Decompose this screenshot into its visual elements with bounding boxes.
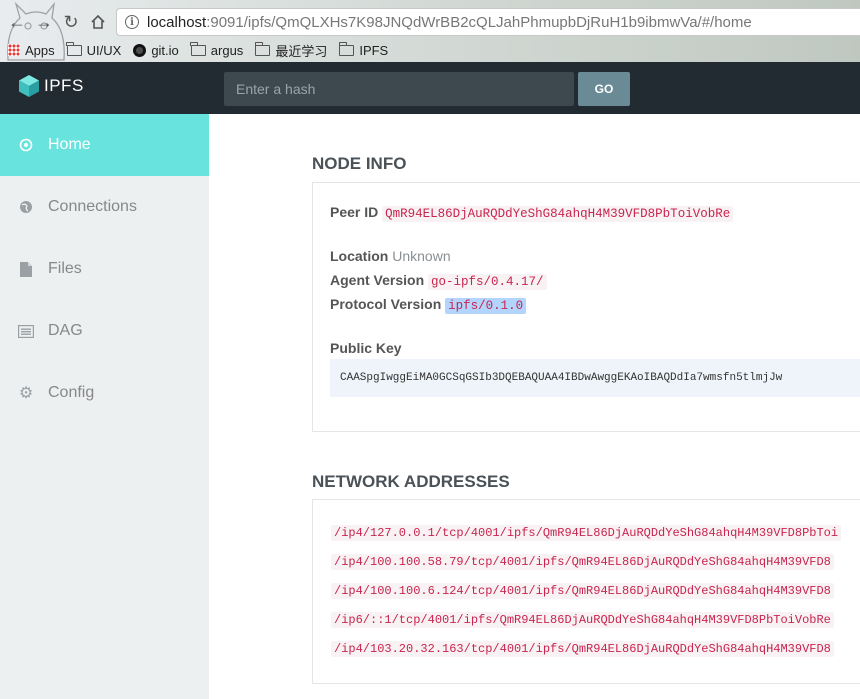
- folder-icon: [190, 41, 206, 56]
- network-addresses-title: NETWORK ADDRESSES: [312, 472, 510, 491]
- github-icon: [133, 43, 147, 57]
- app-header: IPFS GO: [0, 62, 860, 114]
- bookmark-label: Apps: [25, 42, 55, 58]
- bookmark-recent-learning[interactable]: 最近学习: [254, 41, 328, 60]
- bookmark-argus[interactable]: argus: [190, 41, 244, 58]
- agent-version-value: go-ipfs/0.4.17/: [428, 274, 547, 290]
- hash-search-input[interactable]: [224, 72, 574, 106]
- globe-icon: [18, 200, 34, 214]
- public-key-row: Public Key: [330, 340, 402, 356]
- bookmark-apps[interactable]: Apps: [8, 43, 55, 58]
- ipfs-cube-icon: [19, 75, 39, 97]
- address-item: /ip4/103.20.32.163/tcp/4001/ipfs/QmR94EL…: [331, 634, 841, 663]
- sidebar-item-label: Files: [48, 260, 82, 277]
- gear-icon: ⚙: [18, 385, 34, 402]
- home-button[interactable]: [87, 11, 109, 33]
- reload-icon: ↻: [63, 12, 79, 32]
- peer-id-label: Peer ID: [330, 204, 379, 220]
- sidebar-item-label: Config: [48, 384, 95, 401]
- protocol-version-value: ipfs/0.1.0: [445, 298, 527, 314]
- logo-text: IPFS: [44, 76, 84, 95]
- folder-icon: [338, 41, 355, 56]
- bookmark-label: UI/UX: [86, 42, 122, 58]
- go-button[interactable]: GO: [578, 72, 630, 106]
- node-info-title: NODE INFO: [312, 154, 407, 173]
- bookmark-label: IPFS: [359, 42, 389, 58]
- ipfs-logo[interactable]: IPFS: [18, 74, 84, 98]
- apps-icon: [8, 44, 20, 56]
- address-list: /ip4/127.0.0.1/tcp/4001/ipfs/QmR94EL86Dj…: [331, 518, 842, 663]
- address-item: /ip4/100.100.58.79/tcp/4001/ipfs/QmR94EL…: [331, 547, 841, 576]
- file-icon: [18, 261, 34, 277]
- reload-button[interactable]: ↻: [60, 11, 82, 33]
- sidebar: Home Connections Files DAG ⚙ Config: [0, 114, 209, 699]
- browser-toolbar: ← → ↻ i localhost:9091/ipfs/QmQLXHs7K98J…: [0, 0, 860, 62]
- folder-icon: [66, 41, 82, 56]
- house-icon: [91, 14, 105, 29]
- agent-version-row: Agent Version go-ipfs/0.4.17/: [330, 272, 547, 290]
- sidebar-item-home[interactable]: Home: [0, 114, 209, 176]
- address-item: /ip4/100.100.6.124/tcp/4001/ipfs/QmR94EL…: [331, 576, 841, 605]
- peer-id-row: Peer ID QmR94EL86DjAuRQDdYeShG84ahqH4M39…: [330, 204, 734, 222]
- agent-version-label: Agent Version: [330, 272, 425, 288]
- bookmarks-bar: Apps UI/UX git.io argus 最近学习 IPFS: [8, 40, 400, 60]
- public-key-label: Public Key: [330, 340, 402, 356]
- address-item: /ip4/127.0.0.1/tcp/4001/ipfs/QmR94EL86Dj…: [331, 518, 842, 547]
- target-icon: [18, 138, 34, 152]
- bookmark-ipfs[interactable]: IPFS: [338, 41, 389, 58]
- folder-icon: [254, 41, 271, 56]
- sidebar-item-dag[interactable]: DAG: [0, 300, 209, 362]
- sidebar-item-label: DAG: [48, 322, 83, 339]
- bookmark-label: git.io: [151, 42, 179, 58]
- bookmark-ui-ux[interactable]: UI/UX: [66, 41, 122, 58]
- bookmark-label: 最近学习: [275, 43, 328, 59]
- address-item: /ip6/::1/tcp/4001/ipfs/QmR94EL86DjAuRQDd…: [331, 605, 841, 634]
- sidebar-item-label: Home: [48, 136, 91, 153]
- address-bar[interactable]: i localhost:9091/ipfs/QmQLXHs7K98JNQdWrB…: [116, 8, 860, 36]
- network-addresses-panel: /ip4/127.0.0.1/tcp/4001/ipfs/QmR94EL86Dj…: [312, 499, 860, 684]
- sidebar-item-label: Connections: [48, 198, 137, 215]
- forward-button[interactable]: →: [33, 11, 55, 33]
- protocol-version-label: Protocol Version: [330, 296, 442, 312]
- public-key-value: CAASpgIwggEiMA0GCSqGSIb3DQEBAQUAA4IBDwAw…: [330, 359, 860, 397]
- main-content: NODE INFO Peer ID QmR94EL86DjAuRQDdYeShG…: [209, 114, 860, 699]
- sidebar-item-config[interactable]: ⚙ Config: [0, 362, 209, 424]
- location-label: Location: [330, 248, 389, 264]
- peer-id-value: QmR94EL86DjAuRQDdYeShG84ahqH4M39VFD8PbTo…: [382, 206, 734, 222]
- info-icon[interactable]: i: [125, 15, 139, 29]
- bookmark-label: argus: [210, 42, 244, 58]
- url-text: localhost:9091/ipfs/QmQLXHs7K98JNQdWrBB2…: [147, 13, 752, 31]
- location-row: Location Unknown: [330, 248, 451, 264]
- node-info-panel: Peer ID QmR94EL86DjAuRQDdYeShG84ahqH4M39…: [312, 182, 860, 432]
- back-arrow-icon: ←: [8, 12, 26, 32]
- sidebar-item-connections[interactable]: Connections: [0, 176, 209, 238]
- sidebar-item-files[interactable]: Files: [0, 238, 209, 300]
- forward-arrow-icon: →: [35, 12, 53, 32]
- list-icon: [18, 324, 34, 338]
- protocol-version-row: Protocol Version ipfs/0.1.0: [330, 296, 527, 314]
- bookmark-git-io[interactable]: git.io: [133, 42, 179, 58]
- back-button[interactable]: ←: [6, 11, 28, 33]
- location-value: Unknown: [392, 248, 451, 264]
